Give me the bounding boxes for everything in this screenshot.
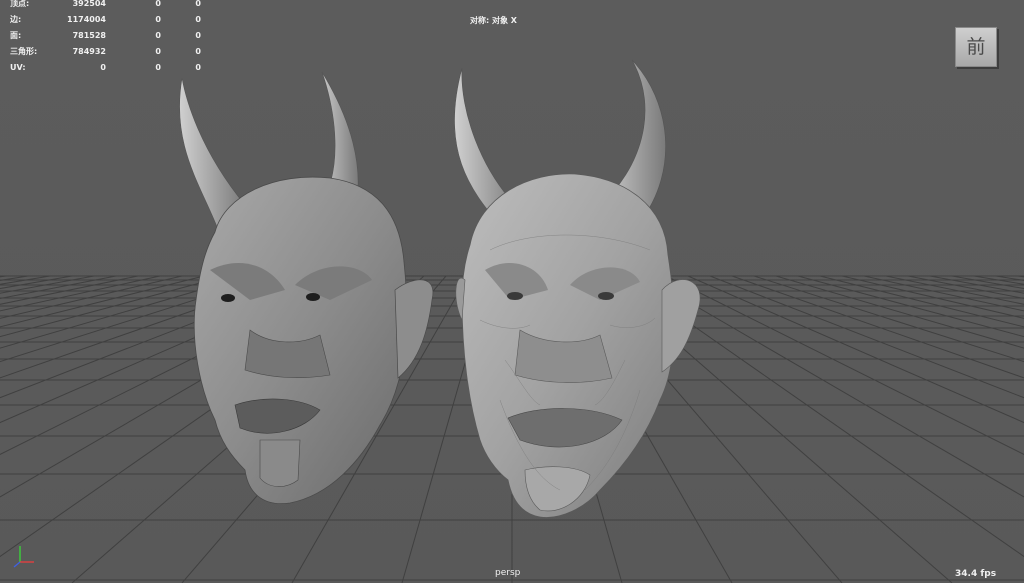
stat-v2: 0	[155, 47, 161, 56]
scene-models[interactable]	[0, 0, 1024, 583]
axis-gizmo-icon	[13, 546, 34, 568]
poly-count-stats: 顶点: 392504 0 0 边: 1174004 0 0 面: 781528 0 0 三角形: 7849…	[10, 0, 210, 76]
stat-label: UV:	[10, 63, 26, 72]
stat-v2: 0	[155, 15, 161, 24]
stat-row: 面: 781528 0 0	[10, 28, 210, 44]
stat-label: 面:	[10, 31, 22, 40]
stat-row: 顶点: 392504 0 0	[10, 0, 210, 12]
low-poly-oni-mask[interactable]	[179, 71, 434, 505]
stat-v1: 0	[100, 63, 106, 72]
stat-row: UV: 0 0 0	[10, 60, 210, 76]
camera-name: persp	[495, 568, 521, 578]
stat-v3: 0	[195, 0, 201, 8]
stat-v1: 784932	[72, 47, 106, 56]
view-cube[interactable]: 前	[955, 27, 997, 67]
stat-v3: 0	[195, 63, 201, 72]
stat-v1: 392504	[72, 0, 106, 8]
stat-label: 三角形:	[10, 47, 38, 56]
stat-v3: 0	[195, 15, 201, 24]
stat-v2: 0	[155, 31, 161, 40]
stat-v2: 0	[155, 0, 161, 8]
stat-label: 边:	[10, 15, 22, 24]
stat-v1: 1174004	[67, 15, 106, 24]
stat-row: 边: 1174004 0 0	[10, 12, 210, 28]
stat-v1: 781528	[72, 31, 106, 40]
stat-row: 三角形: 784932 0 0	[10, 44, 210, 60]
high-detail-oni-mask[interactable]	[454, 59, 701, 518]
stat-v3: 0	[195, 31, 201, 40]
stat-v2: 0	[155, 63, 161, 72]
stat-v3: 0	[195, 47, 201, 56]
symmetry-label: 对称: 对象 X	[470, 16, 517, 25]
stat-label: 顶点:	[10, 0, 30, 8]
maya-viewport[interactable]: 顶点: 392504 0 0 边: 1174004 0 0 面: 781528 0 0 三角形: 7849…	[0, 0, 1024, 583]
fps-readout: 34.4 fps	[955, 569, 997, 579]
